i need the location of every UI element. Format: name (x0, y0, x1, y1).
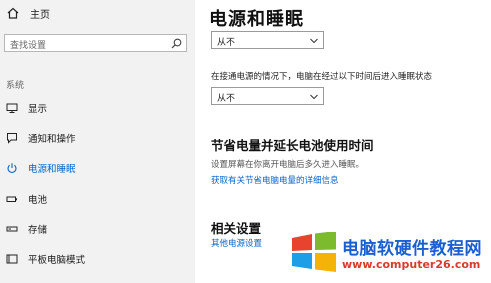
tablet-icon (6, 253, 18, 265)
home-nav-item[interactable]: 主页 (6, 5, 50, 21)
sidebar-item-battery[interactable]: 电池 (6, 192, 47, 206)
battery-heading: 节省电量并延长电池使用时间 (211, 138, 374, 153)
power-icon (6, 162, 18, 174)
search-icon[interactable] (171, 38, 182, 49)
sidebar-item-power-sleep[interactable]: 电源和睡眠 (6, 161, 76, 175)
related-settings-heading: 相关设置 (211, 221, 262, 236)
sleep-description: 在接通电源的情况下，电脑在经过以下时间后进入睡眠状态 (211, 72, 433, 82)
notification-icon (6, 132, 18, 144)
chevron-down-icon (310, 93, 318, 100)
page-title: 电源和睡眠 (209, 9, 304, 30)
battery-icon (6, 193, 18, 205)
sidebar-item-storage[interactable]: 存储 (6, 222, 47, 236)
sidebar-item-tablet-mode[interactable]: 平板电脑模式 (6, 252, 85, 266)
search-placeholder: 查找设置 (10, 41, 47, 51)
dropdown-value: 从不 (217, 38, 236, 48)
search-input[interactable]: 查找设置 (4, 34, 187, 52)
sidebar-item-label: 存储 (28, 225, 48, 236)
additional-power-settings-link[interactable]: 其他电源设置 (211, 237, 262, 249)
sidebar-item-label: 显示 (28, 104, 48, 115)
sidebar-item-label: 平板电脑模式 (28, 255, 86, 266)
sidebar-item-label: 通知和操作 (28, 134, 76, 145)
section-title-system: 系统 (6, 81, 25, 91)
sidebar-item-display[interactable]: 显示 (6, 101, 47, 115)
dropdown-value: 从不 (217, 94, 236, 104)
sidebar-item-label: 电池 (28, 195, 48, 206)
screen-off-dropdown[interactable]: 从不 (211, 31, 324, 49)
watermark-url: www.computer26.com (342, 258, 481, 271)
windows-logo-icon (290, 231, 338, 272)
home-label: 主页 (30, 9, 50, 21)
home-icon (6, 6, 20, 20)
watermark-title: 电脑软硬件教程网 (342, 239, 482, 259)
site-watermark: 电脑软硬件教程网 www.computer26.com (290, 228, 491, 283)
sidebar-item-label: 电源和睡眠 (28, 164, 76, 175)
storage-icon (6, 223, 18, 235)
battery-description: 设置屏幕在你离开电脑后多久进入睡眠。 (211, 160, 365, 170)
battery-info-link[interactable]: 获取有关节省电脑电量的详细信息 (211, 174, 339, 186)
monitor-icon (6, 102, 18, 114)
settings-sidebar: 主页 查找设置 系统 显示 通知和操作 电源和睡眠 电池 存储 平板电脑模式 (0, 0, 195, 283)
chevron-down-icon (310, 37, 318, 44)
sleep-dropdown[interactable]: 从不 (211, 87, 324, 105)
sidebar-item-notifications[interactable]: 通知和操作 (6, 131, 76, 145)
